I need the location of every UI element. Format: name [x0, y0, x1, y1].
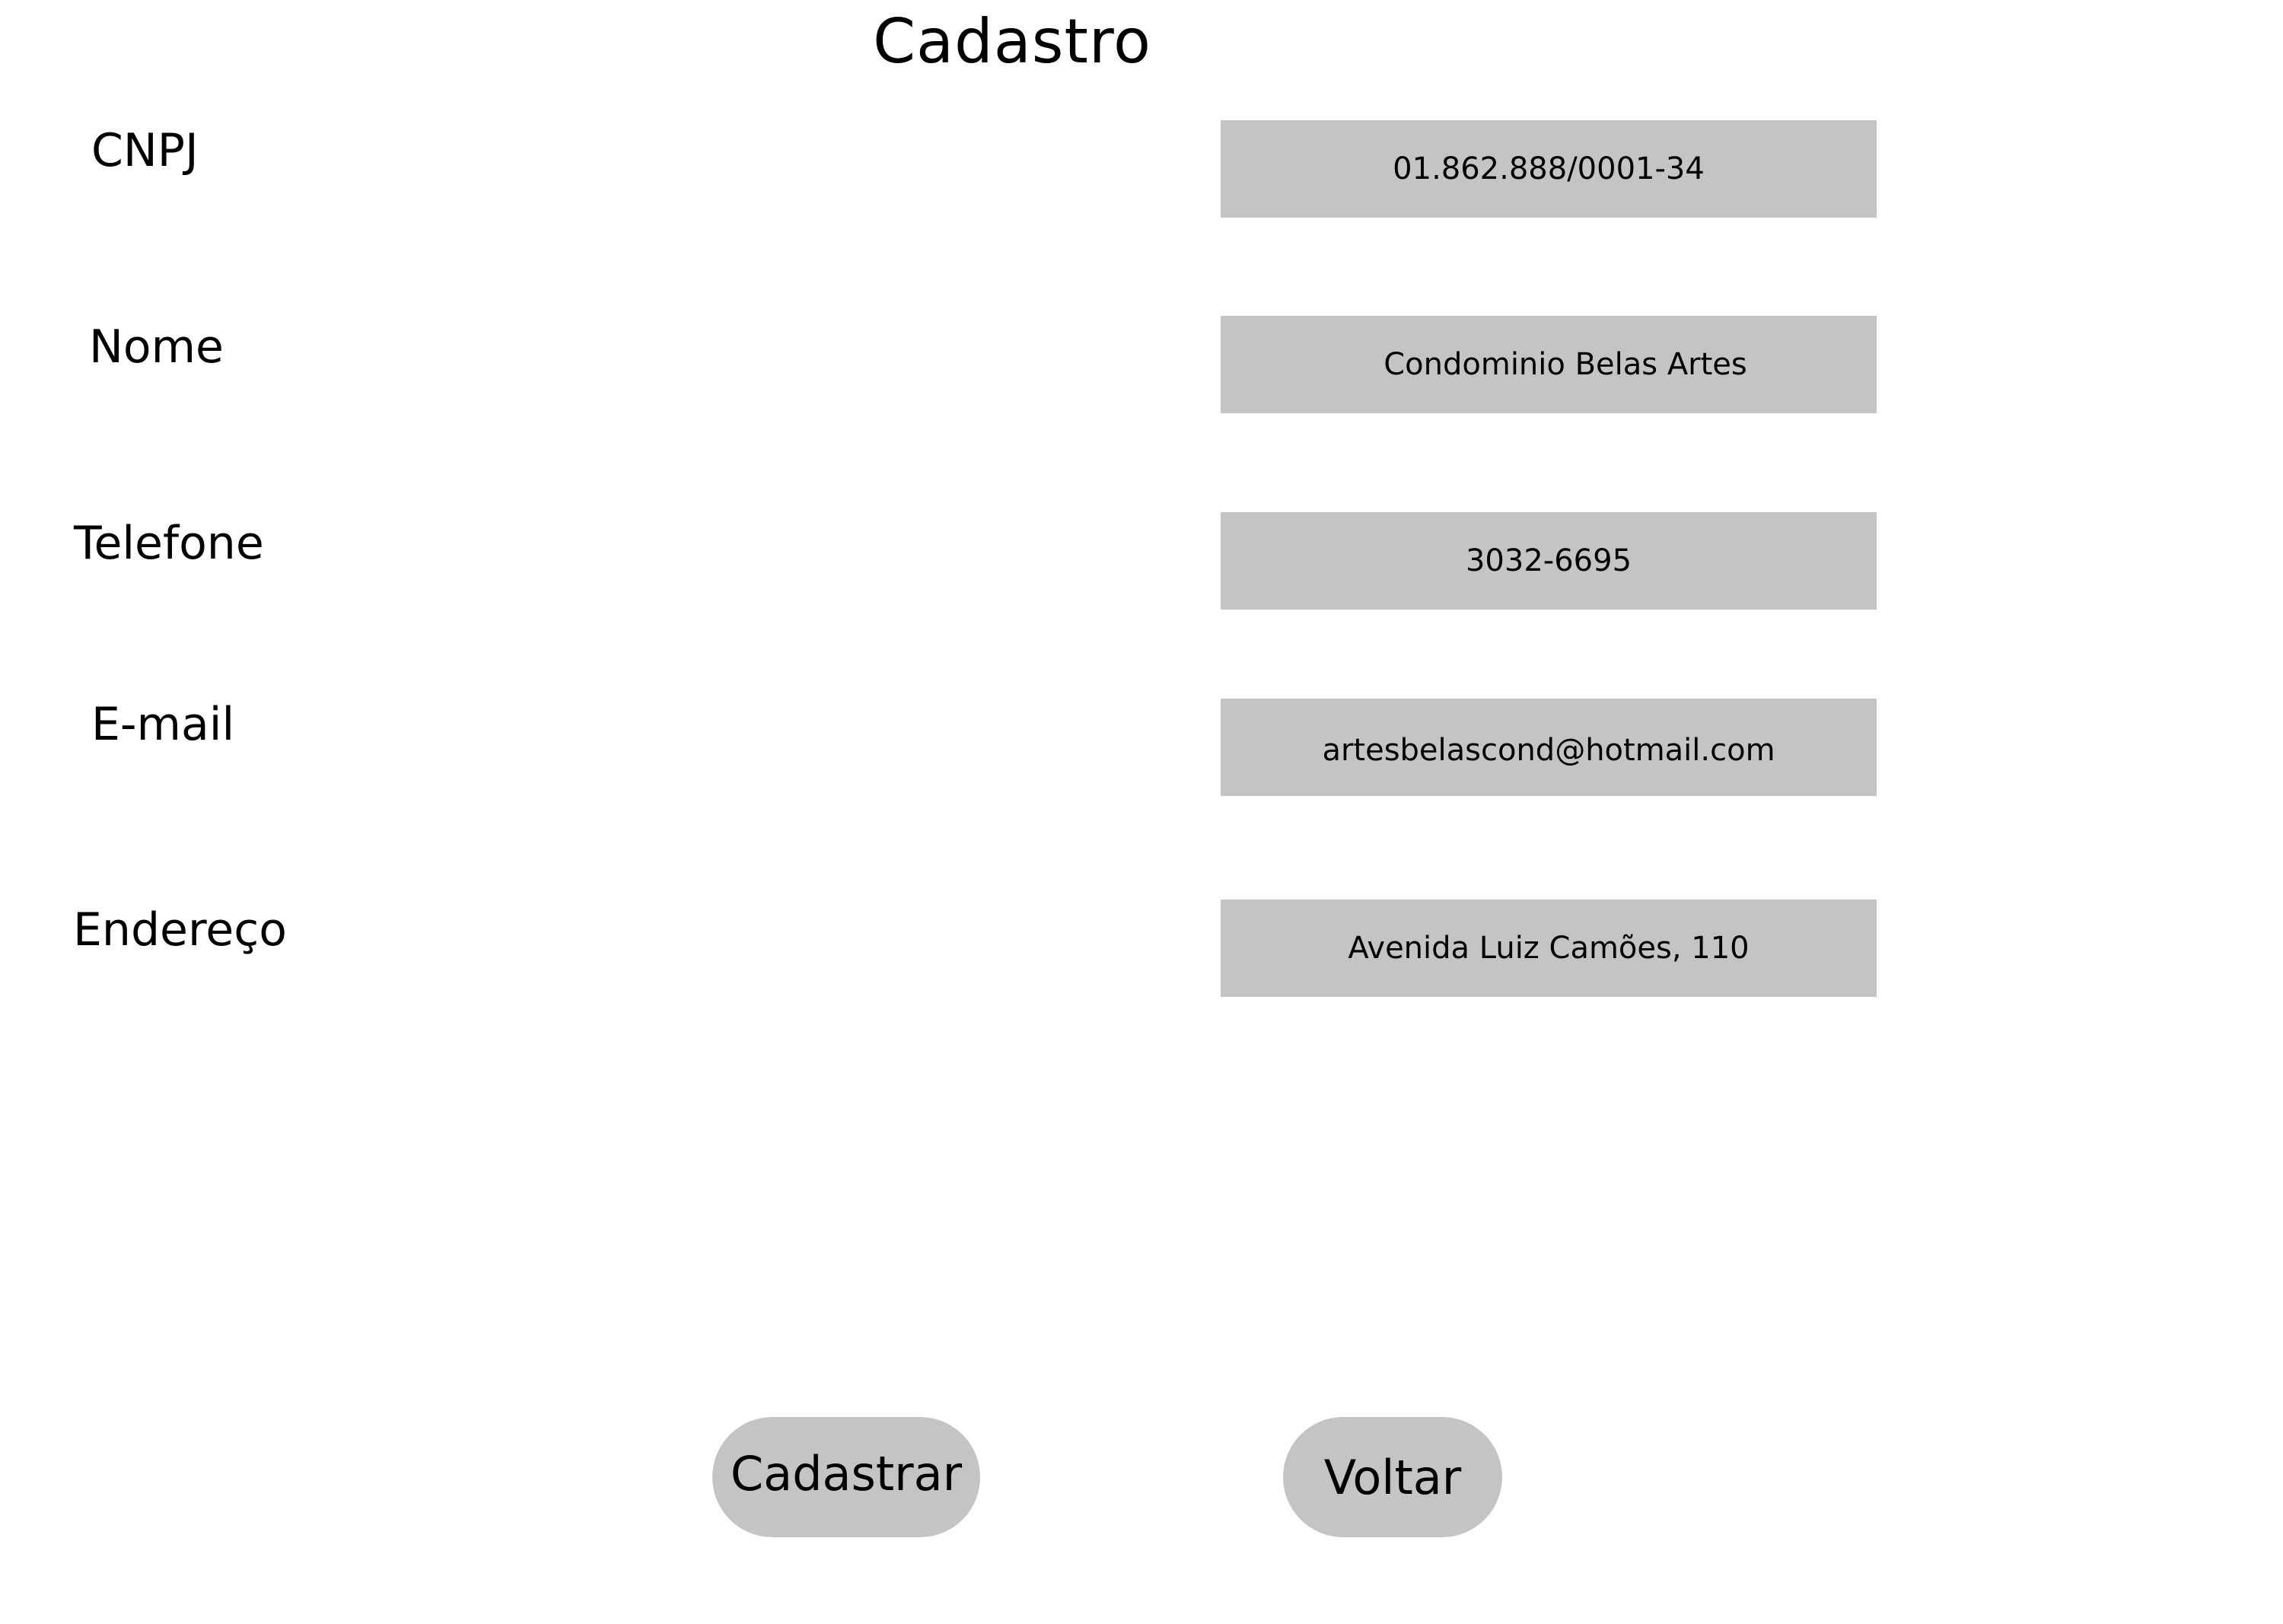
nome-label: Nome — [89, 320, 224, 374]
cadastrar-button[interactable]: Cadastrar — [712, 1417, 980, 1537]
nome-field[interactable] — [1221, 316, 1877, 413]
telefone-field[interactable] — [1221, 512, 1877, 610]
email-field[interactable] — [1221, 699, 1877, 796]
cnpj-label: CNPJ — [91, 124, 199, 177]
cnpj-field[interactable] — [1221, 120, 1877, 218]
endereco-label: Endereço — [73, 903, 287, 957]
voltar-button[interactable]: Voltar — [1283, 1417, 1502, 1537]
page-title: Cadastro — [873, 6, 1151, 77]
email-label: E-mail — [91, 698, 235, 751]
endereco-field[interactable] — [1221, 900, 1877, 997]
telefone-label: Telefone — [74, 517, 264, 570]
